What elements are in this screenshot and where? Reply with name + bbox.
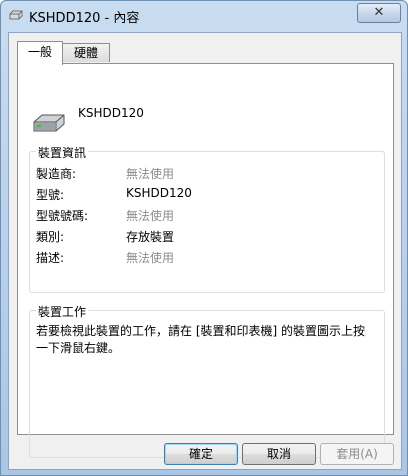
dialog-body: 一般 硬體 KSHDD120 裝置資訊 製造商: 無法使用 型號: KSHDD1…	[8, 32, 402, 470]
model-value: KSHDD120	[126, 186, 192, 200]
general-tab-panel: KSHDD120 裝置資訊 製造商: 無法使用 型號: KSHDD120 型號號…	[17, 63, 394, 458]
title-bar[interactable]: KSHDD120 - 內容 ✕	[1, 1, 407, 31]
device-name: KSHDD120	[78, 106, 144, 120]
model-number-label: 型號號碼:	[36, 209, 89, 223]
device-tasks-group: 裝置工作 若要檢視此裝置的工作，請在 [裝置和印表機] 的裝置圖示上按一下滑鼠右…	[29, 303, 385, 458]
model-number-value: 無法使用	[126, 209, 175, 223]
device-tasks-description: 若要檢視此裝置的工作，請在 [裝置和印表機] 的裝置圖示上按一下滑鼠右鍵。	[36, 324, 365, 355]
cancel-button[interactable]: 取消	[242, 443, 316, 465]
device-info-group: 裝置資訊 製造商: 無法使用 型號: KSHDD120 型號號碼: 無法使用 類…	[29, 144, 385, 293]
category-value: 存放裝置	[126, 230, 175, 244]
manufacturer-label: 製造商:	[36, 167, 77, 181]
ok-button[interactable]: 確定	[164, 443, 238, 465]
model-label: 型號:	[36, 188, 65, 202]
hard-drive-icon	[33, 114, 65, 132]
window-title: KSHDD120 - 內容	[29, 11, 140, 26]
manufacturer-value: 無法使用	[126, 167, 175, 181]
drive-icon	[9, 10, 23, 20]
device-tasks-title: 裝置工作	[36, 303, 89, 320]
apply-button[interactable]: 套用(A)	[320, 443, 394, 465]
tab-general[interactable]: 一般	[17, 41, 63, 65]
description-label: 描述:	[36, 251, 65, 265]
properties-window: KSHDD120 - 內容 ✕ 一般 硬體 KSHDD120 裝置資訊 製造商:…	[0, 0, 408, 476]
device-info-title: 裝置資訊	[36, 144, 89, 161]
tab-hardware[interactable]: 硬體	[62, 43, 110, 62]
category-label: 類別:	[36, 230, 65, 244]
close-button[interactable]: ✕	[357, 3, 401, 23]
description-value: 無法使用	[126, 251, 175, 265]
